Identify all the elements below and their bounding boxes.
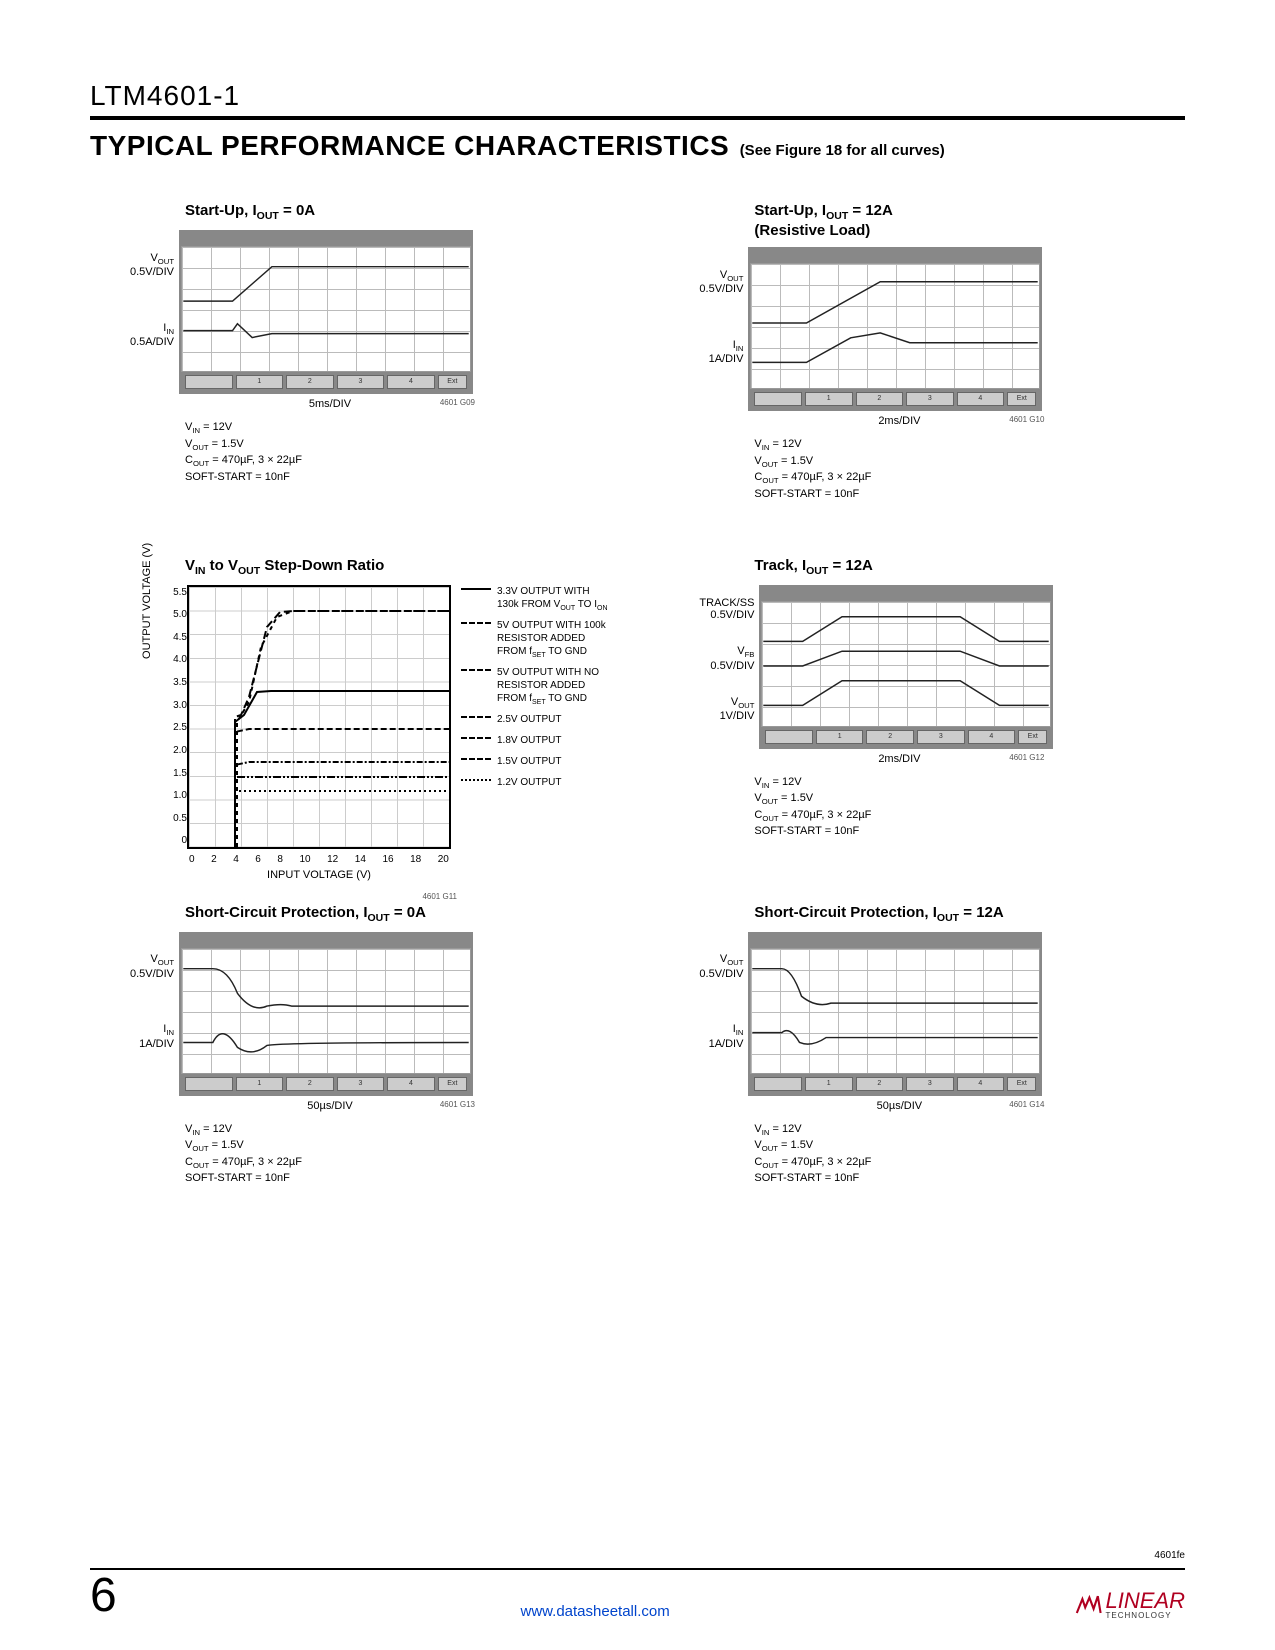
chart-title: VIN to VOUT Step-Down Ratio — [185, 557, 384, 577]
scope-plot: 1234Ext — [759, 585, 1053, 749]
legend: 3.3V OUTPUT WITH 130k FROM VOUT TO ION 5… — [461, 585, 611, 797]
logo-icon — [1074, 1592, 1102, 1620]
chart-conditions: VIN = 12VVOUT = 1.5VCOUT = 470µF, 3 × 22… — [185, 1122, 302, 1187]
figure-id: 4601 G10 — [1009, 415, 1044, 424]
y-ticks: 5.55.04.54.03.53.02.52.01.51.00.50 — [159, 587, 187, 847]
chart-title: Short-Circuit Protection, IOUT = 0A — [185, 904, 426, 924]
scope-plot: 1234Ext — [748, 932, 1042, 1096]
y-channel-labels: VOUT0.5V/DIV IIN1A/DIV — [130, 932, 179, 1072]
scope-plot: 1234Ext — [179, 932, 473, 1096]
chart-title: Short-Circuit Protection, IOUT = 12A — [754, 904, 1003, 924]
figure-id: 4601 G13 — [440, 1100, 475, 1109]
chart-conditions: VIN = 12VVOUT = 1.5VCOUT = 470µF, 3 × 22… — [754, 775, 871, 840]
figure-id: 4601 G12 — [1009, 753, 1044, 762]
part-number: LTM4601-1 — [90, 80, 1185, 112]
x-axis-label: 2ms/DIV — [878, 415, 920, 427]
chart-short-circuit-0a: Short-Circuit Protection, IOUT = 0A VOUT… — [90, 904, 616, 1187]
logo-text: LINEAR — [1106, 1591, 1185, 1611]
x-axis-label: INPUT VOLTAGE (V) — [189, 869, 449, 881]
chart-conditions: VIN = 12VVOUT = 1.5VCOUT = 470µF, 3 × 22… — [185, 420, 302, 485]
scope-plot: 1234Ext — [748, 247, 1042, 411]
y-axis-label: OUTPUT VOLTAGE (V) — [141, 542, 153, 658]
scope-plot: 1234Ext — [179, 230, 473, 394]
x-axis-label: 2ms/DIV — [878, 753, 920, 765]
x-axis-label: 50µs/DIV — [877, 1100, 922, 1112]
chart-title: Start-Up, IOUT = 12A(Resistive Load) — [754, 202, 892, 239]
line-chart: 5.55.04.54.03.53.02.52.01.51.00.50 02468… — [187, 585, 451, 849]
chart-track-12a: Track, IOUT = 12A TRACK/SS0.5V/DIV VFB0.… — [659, 557, 1185, 849]
section-title: TYPICAL PERFORMANCE CHARACTERISTICS — [90, 130, 729, 161]
y-channel-labels: VOUT0.5V/DIV IIN1A/DIV — [699, 247, 748, 387]
page-number: 6 — [90, 1572, 117, 1620]
figure-id: 4601 G14 — [1009, 1100, 1044, 1109]
chart-conditions: VIN = 12VVOUT = 1.5VCOUT = 470µF, 3 × 22… — [754, 437, 871, 502]
chart-stepdown-ratio: VIN to VOUT Step-Down Ratio — [90, 557, 616, 849]
chart-conditions: VIN = 12VVOUT = 1.5VCOUT = 470µF, 3 × 22… — [754, 1122, 871, 1187]
page-footer: 4601fe 6 www.datasheetall.com LINEAR TEC… — [90, 1568, 1185, 1620]
x-axis-label: 50µs/DIV — [307, 1100, 352, 1112]
chart-short-circuit-12a: Short-Circuit Protection, IOUT = 12A VOU… — [659, 904, 1185, 1187]
x-axis-label: 5ms/DIV — [309, 398, 351, 410]
chart-title: Track, IOUT = 12A — [754, 557, 873, 577]
figure-id: 4601 G11 — [422, 892, 457, 901]
section-note: (See Figure 18 for all curves) — [740, 142, 945, 159]
chart-startup-0a: Start-Up, IOUT = 0A VOUT0.5V/DIV IIN0.5A… — [90, 202, 616, 502]
y-channel-labels: TRACK/SS0.5V/DIV VFB0.5V/DIV VOUT1V/DIV — [699, 585, 759, 735]
y-channel-labels: VOUT0.5V/DIV IIN1A/DIV — [699, 932, 748, 1072]
y-channel-labels: VOUT0.5V/DIV IIN0.5A/DIV — [130, 230, 179, 370]
chart-title: Start-Up, IOUT = 0A — [185, 202, 315, 222]
chart-startup-12a: Start-Up, IOUT = 12A(Resistive Load) VOU… — [659, 202, 1185, 502]
company-logo: LINEAR TECHNOLOGY — [1074, 1591, 1185, 1620]
x-ticks: 02468101214161820 — [189, 854, 449, 865]
doc-revision: 4601fe — [1154, 1550, 1185, 1561]
footer-url[interactable]: www.datasheetall.com — [520, 1603, 669, 1620]
figure-id: 4601 G09 — [440, 398, 475, 407]
header-rule — [90, 116, 1185, 120]
